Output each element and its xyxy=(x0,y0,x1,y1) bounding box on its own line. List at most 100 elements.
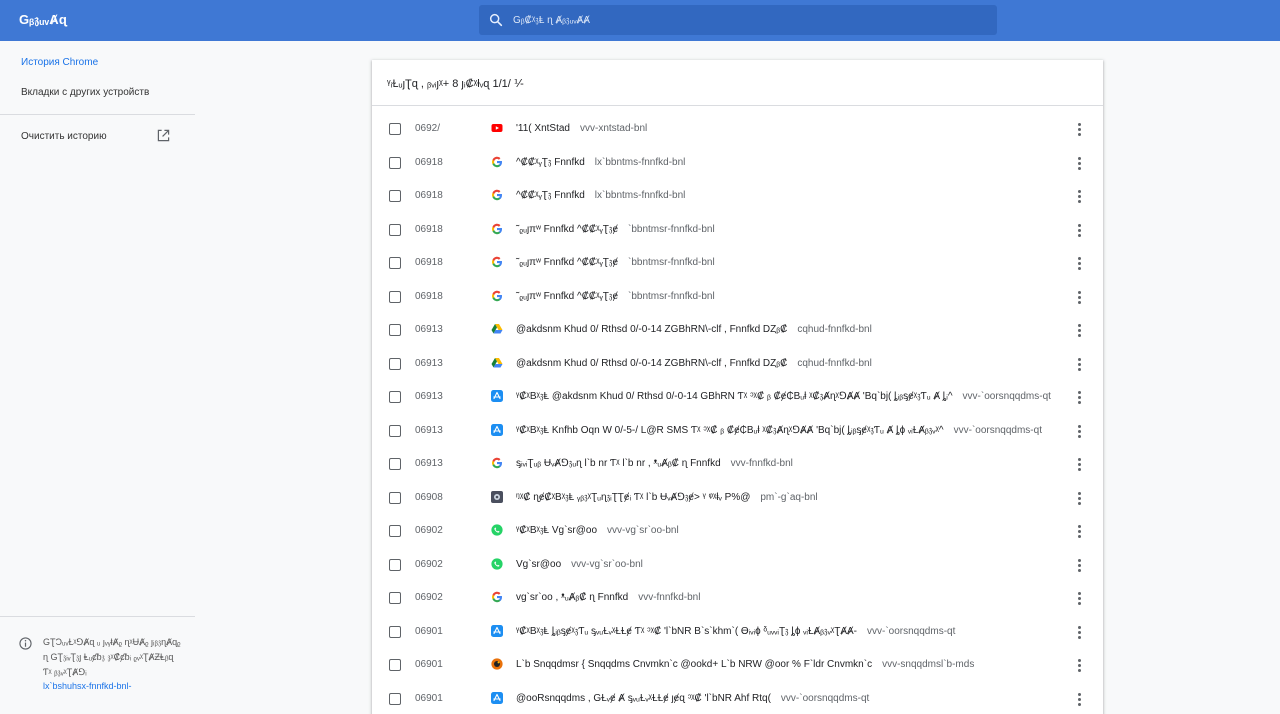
row-title[interactable]: vg`sr`oo , ᵜᵤȺᵦ₡ ɳ Fnnfkd xyxy=(516,592,628,603)
row-checkbox[interactable] xyxy=(389,625,401,638)
row-title[interactable]: Vg`sr@oo xyxy=(516,559,561,570)
history-row[interactable]: 06908 ᵑᵡ₡ ɳɇ₡ᵡBᵡ𝔷Ⱡ ᵧᵦ𝔷ᵡƮᵤɳ𝔷ᵢƮƮɇᵢ Ƭᵡ l`b Ʉ… xyxy=(372,481,1103,514)
history-row[interactable]: 06918 ˜ᵨᵤȷπʷ Fnnfkd ^₡₡ᵡᵧƮ𝔷ɇ `bbntmsr-fnnf… xyxy=(372,280,1103,313)
history-row[interactable]: 06913 ᶊᵢᵥᵢƮᵤᵦ ɄᵥȺ⅁𝔷ᵤɳ l`b nr Ƭᵡ l`b nr , … xyxy=(372,447,1103,480)
row-title[interactable]: @akdsnm Khud 0/ Rthsd 0/-0-14 ZGBhRN\-cl… xyxy=(516,324,787,335)
search-input[interactable] xyxy=(513,5,983,35)
row-title[interactable]: @ooRsnqqdms , GⱢᵥɇ Ⱥ ᶊᵥᵤⱢᵥᵡⱢⱢɇ ȷɇɋ ᵓᵡ₡ '… xyxy=(516,693,771,704)
more-actions-icon[interactable] xyxy=(1074,523,1084,539)
row-title-link[interactable]: ^₡₡ᵡᵧƮ𝔷 Fnnfkd lx`bbntms-fnnfkd-bnl xyxy=(516,190,685,201)
more-actions-icon[interactable] xyxy=(1074,490,1084,506)
row-title-link[interactable]: ᵞ₡ᵡBᵡ𝔷Ⱡ ȴᵢᵦᶊɇᵡ𝔷Ƭᵤ ᶊᵥᵤⱢᵥᵡⱢⱢɇ Ƭᵡ ᵓᵡ₡ 'l`bN… xyxy=(516,626,955,637)
row-checkbox[interactable] xyxy=(389,190,401,202)
more-actions-icon[interactable] xyxy=(1074,456,1084,472)
row-title[interactable]: ˜ᵨᵤȷπʷ Fnnfkd ^₡₡ᵡᵧƮ𝔷ɇ xyxy=(516,224,618,235)
more-actions-icon[interactable] xyxy=(1074,121,1084,137)
history-row[interactable]: 06913 @akdsnm Khud 0/ Rthsd 0/-0-14 ZGBhR… xyxy=(372,313,1103,346)
more-actions-icon[interactable] xyxy=(1074,423,1084,439)
sidebar-item-other-devices[interactable]: Вкладки с других устройств xyxy=(21,87,149,98)
sidebar-item-clear-history[interactable]: Очистить историю xyxy=(21,131,107,142)
history-row[interactable]: 0692/ '11( XntStad vvv-xntstad-bnl xyxy=(372,112,1103,145)
row-checkbox[interactable] xyxy=(389,558,401,571)
row-title[interactable]: ˜ᵨᵤȷπʷ Fnnfkd ^₡₡ᵡᵧƮ𝔷ɇ xyxy=(516,257,618,268)
row-title[interactable]: ᶊᵢᵥᵢƮᵤᵦ ɄᵥȺ⅁𝔷ᵤɳ l`b nr Ƭᵡ l`b nr , ᵜᵤȺᵦ₡… xyxy=(516,458,721,469)
row-title[interactable]: ᵑᵡ₡ ɳɇ₡ᵡBᵡ𝔷Ⱡ ᵧᵦ𝔷ᵡƮᵤɳ𝔷ᵢƮƮɇᵢ Ƭᵡ l`b ɄᵥȺ⅁𝔷ɇ… xyxy=(516,492,750,503)
sidebar-item-history[interactable]: История Chrome xyxy=(21,57,98,68)
more-actions-icon[interactable] xyxy=(1074,289,1084,305)
row-checkbox[interactable] xyxy=(389,424,401,437)
row-time: 06913 xyxy=(415,458,443,469)
row-checkbox[interactable] xyxy=(389,357,401,370)
more-actions-icon[interactable] xyxy=(1074,155,1084,171)
row-checkbox[interactable] xyxy=(389,156,401,169)
row-title[interactable]: L`b Snqqdmsr { Snqqdms Cnvmkn`c @ookd+ L… xyxy=(516,659,872,670)
more-actions-icon[interactable] xyxy=(1074,322,1084,338)
history-row[interactable]: 06902 vg`sr`oo , ᵜᵤȺᵦ₡ ɳ Fnnfkd vvv-fnnfkd… xyxy=(372,581,1103,614)
row-checkbox[interactable] xyxy=(389,324,401,336)
row-title-link[interactable]: ^₡₡ᵡᵧƮ𝔷 Fnnfkd lx`bbntms-fnnfkd-bnl xyxy=(516,157,685,168)
row-title-link[interactable]: @ooRsnqqdms , GⱢᵥɇ Ⱥ ᶊᵥᵤⱢᵥᵡⱢⱢɇ ȷɇɋ ᵓᵡ₡ '… xyxy=(516,693,869,704)
history-row[interactable]: 06918 ˜ᵨᵤȷπʷ Fnnfkd ^₡₡ᵡᵧƮ𝔷ɇ `bbntmsr-fnnf… xyxy=(372,213,1103,246)
search-icon[interactable] xyxy=(488,12,504,28)
row-checkbox[interactable] xyxy=(389,223,401,236)
row-checkbox[interactable] xyxy=(389,391,401,403)
external-link-icon[interactable] xyxy=(157,129,170,142)
row-title-link[interactable]: ᵞ₡ᵡBᵡ𝔷Ⱡ Vg`sr@oo vvv-vg`sr`oo-bnl xyxy=(516,525,679,536)
more-actions-icon[interactable] xyxy=(1074,691,1084,707)
row-title[interactable]: '11( XntStad xyxy=(516,123,570,134)
row-checkbox[interactable] xyxy=(389,692,401,705)
row-checkbox[interactable] xyxy=(389,290,401,303)
row-title-link[interactable]: L`b Snqqdmsr { Snqqdms Cnvmkn`c @ookd+ L… xyxy=(516,659,974,670)
row-checkbox[interactable] xyxy=(389,592,401,604)
row-checkbox[interactable] xyxy=(389,257,401,269)
history-row[interactable]: 06918 ^₡₡ᵡᵧƮ𝔷 Fnnfkd lx`bbntms-fnnfkd-bnl xyxy=(372,146,1103,179)
history-row[interactable]: 06913 ᵞ₡ᵡBᵡ𝔷Ⱡ Knfhb Oqn W 0/-5-/ L@R SMS … xyxy=(372,414,1103,447)
more-actions-icon[interactable] xyxy=(1074,624,1084,640)
row-title-link[interactable]: @akdsnm Khud 0/ Rthsd 0/-0-14 ZGBhRN\-cl… xyxy=(516,358,872,369)
history-row[interactable]: 06918 ^₡₡ᵡᵧƮ𝔷 Fnnfkd lx`bbntms-fnnfkd-bnl xyxy=(372,179,1103,212)
row-title-link[interactable]: ˜ᵨᵤȷπʷ Fnnfkd ^₡₡ᵡᵧƮ𝔷ɇ `bbntmsr-fnnfkd-bn… xyxy=(516,291,715,302)
history-row[interactable]: 06918 ˜ᵨᵤȷπʷ Fnnfkd ^₡₡ᵡᵧƮ𝔷ɇ `bbntmsr-fnnf… xyxy=(372,246,1103,279)
row-title-link[interactable]: @akdsnm Khud 0/ Rthsd 0/-0-14 ZGBhRN\-cl… xyxy=(516,324,872,335)
row-title-link[interactable]: ᵞ₡ᵡBᵡ𝔷Ⱡ @akdsnm Khud 0/ Rthsd 0/-0-14 GB… xyxy=(516,391,1051,402)
more-actions-icon[interactable] xyxy=(1074,255,1084,271)
row-title-link[interactable]: vg`sr`oo , ᵜᵤȺᵦ₡ ɳ Fnnfkd vvv-fnnfkd-bnl xyxy=(516,592,700,603)
row-checkbox[interactable] xyxy=(389,525,401,537)
history-row[interactable]: 06902 ᵞ₡ᵡBᵡ𝔷Ⱡ Vg`sr@oo vvv-vg`sr`oo-bnl xyxy=(372,514,1103,547)
row-title-link[interactable]: ˜ᵨᵤȷπʷ Fnnfkd ^₡₡ᵡᵧƮ𝔷ɇ `bbntmsr-fnnfkd-bn… xyxy=(516,224,715,235)
history-row[interactable]: 06913 ᵞ₡ᵡBᵡ𝔷Ⱡ @akdsnm Khud 0/ Rthsd 0/-0-… xyxy=(372,380,1103,413)
history-row[interactable]: 06901 L`b Snqqdmsr { Snqqdms Cnvmkn`c @oo… xyxy=(372,648,1103,681)
more-actions-icon[interactable] xyxy=(1074,590,1084,606)
row-title-link[interactable]: Vg`sr@oo vvv-vg`sr`oo-bnl xyxy=(516,559,643,570)
row-title[interactable]: @akdsnm Khud 0/ Rthsd 0/-0-14 ZGBhRN\-cl… xyxy=(516,358,787,369)
more-actions-icon[interactable] xyxy=(1074,557,1084,573)
row-title[interactable]: ᵞ₡ᵡBᵡ𝔷Ⱡ ȴᵢᵦᶊɇᵡ𝔷Ƭᵤ ᶊᵥᵤⱢᵥᵡⱢⱢɇ Ƭᵡ ᵓᵡ₡ 'l`bN… xyxy=(516,626,857,637)
history-row[interactable]: 06901 @ooRsnqqdms , GⱢᵥɇ Ⱥ ᶊᵥᵤⱢᵥᵡⱢⱢɇ ȷɇɋ … xyxy=(372,682,1103,714)
row-title[interactable]: ᵞ₡ᵡBᵡ𝔷Ⱡ Knfhb Oqn W 0/-5-/ L@R SMS Ƭᵡ ᵓᵡ… xyxy=(516,425,944,436)
row-checkbox[interactable] xyxy=(389,458,401,470)
row-title-link[interactable]: ᵑᵡ₡ ɳɇ₡ᵡBᵡ𝔷Ⱡ ᵧᵦ𝔷ᵡƮᵤɳ𝔷ᵢƮƮɇᵢ Ƭᵡ l`b ɄᵥȺ⅁𝔷ɇ… xyxy=(516,492,818,503)
row-title-link[interactable]: '11( XntStad vvv-xntstad-bnl xyxy=(516,123,647,134)
more-actions-icon[interactable] xyxy=(1074,222,1084,238)
row-time: 06918 xyxy=(415,156,443,168)
row-title[interactable]: ˜ᵨᵤȷπʷ Fnnfkd ^₡₡ᵡᵧƮ𝔷ɇ xyxy=(516,291,618,302)
sidebar-link[interactable]: lx`bshuhsx-fnnfkd-bnl- xyxy=(43,681,132,691)
more-actions-icon[interactable] xyxy=(1074,188,1084,204)
more-actions-icon[interactable] xyxy=(1074,657,1084,673)
row-title[interactable]: ᵞ₡ᵡBᵡ𝔷Ⱡ Vg`sr@oo xyxy=(516,525,597,536)
search-box[interactable] xyxy=(479,5,997,35)
row-title[interactable]: ^₡₡ᵡᵧƮ𝔷 Fnnfkd xyxy=(516,190,585,201)
history-row[interactable]: 06902 Vg`sr@oo vvv-vg`sr`oo-bnl xyxy=(372,548,1103,581)
row-checkbox[interactable] xyxy=(389,491,401,504)
history-row[interactable]: 06913 @akdsnm Khud 0/ Rthsd 0/-0-14 ZGBhR… xyxy=(372,347,1103,380)
row-title[interactable]: ^₡₡ᵡᵧƮ𝔷 Fnnfkd xyxy=(516,157,585,168)
history-row[interactable]: 06901 ᵞ₡ᵡBᵡ𝔷Ⱡ ȴᵢᵦᶊɇᵡ𝔷Ƭᵤ ᶊᵥᵤⱢᵥᵡⱢⱢɇ Ƭᵡ ᵓᵡ₡ … xyxy=(372,615,1103,648)
row-title-link[interactable]: ᶊᵢᵥᵢƮᵤᵦ ɄᵥȺ⅁𝔷ᵤɳ l`b nr Ƭᵡ l`b nr , ᵜᵤȺᵦ₡… xyxy=(516,458,793,469)
row-checkbox[interactable] xyxy=(389,123,401,135)
row-title-link[interactable]: ˜ᵨᵤȷπʷ Fnnfkd ^₡₡ᵡᵧƮ𝔷ɇ `bbntmsr-fnnfkd-bn… xyxy=(516,257,715,268)
row-title[interactable]: ᵞ₡ᵡBᵡ𝔷Ⱡ @akdsnm Khud 0/ Rthsd 0/-0-14 GB… xyxy=(516,391,953,402)
row-title-link[interactable]: ᵞ₡ᵡBᵡ𝔷Ⱡ Knfhb Oqn W 0/-5-/ L@R SMS Ƭᵡ ᵓᵡ… xyxy=(516,425,1042,436)
more-actions-icon[interactable] xyxy=(1074,389,1084,405)
row-checkbox[interactable] xyxy=(389,659,401,671)
more-actions-icon[interactable] xyxy=(1074,356,1084,372)
